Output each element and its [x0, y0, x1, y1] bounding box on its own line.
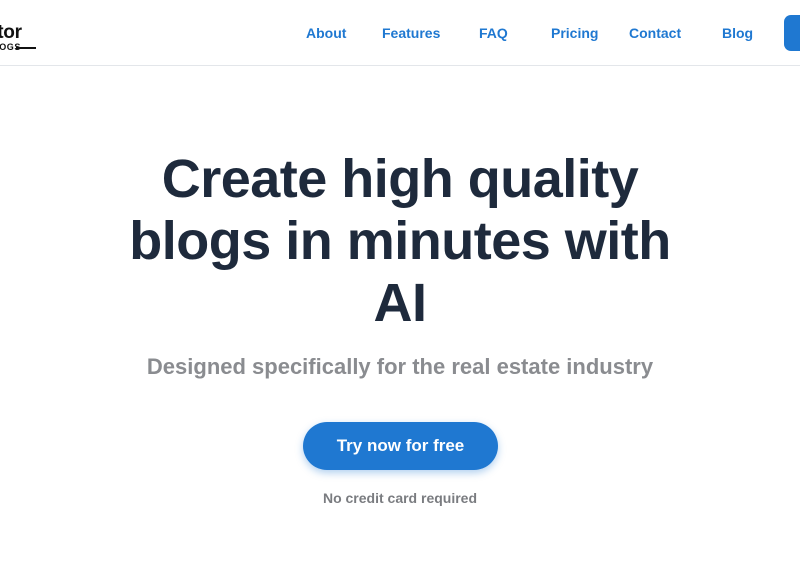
site-logo[interactable]: altor BLOGS: [0, 22, 48, 56]
try-free-button[interactable]: Try now for free: [303, 422, 498, 470]
logo-wordmark: altor: [0, 22, 22, 43]
nav-link-pricing[interactable]: Pricing: [551, 25, 598, 41]
nav-cta-button[interactable]: [784, 15, 800, 51]
logo-underline: [16, 47, 36, 49]
nav-link-contact[interactable]: Contact: [629, 25, 681, 41]
nav-link-about[interactable]: About: [306, 25, 346, 41]
hero-title: Create high quality blogs in minutes wit…: [0, 148, 800, 334]
hero-subtitle: Designed specifically for the real estat…: [146, 354, 654, 379]
nav-link-faq[interactable]: FAQ: [479, 25, 508, 41]
no-credit-card-note: No credit card required: [322, 490, 478, 506]
nav-link-features[interactable]: Features: [382, 25, 440, 41]
hero-title-line-3: AI: [373, 273, 428, 333]
hero-title-line-1: Create high quality: [161, 149, 639, 209]
nav-link-blog[interactable]: Blog: [722, 25, 753, 41]
top-navbar: altor BLOGS About Features FAQ Pricing C…: [0, 0, 800, 66]
hero-title-line-2: blogs in minutes with: [129, 211, 671, 271]
